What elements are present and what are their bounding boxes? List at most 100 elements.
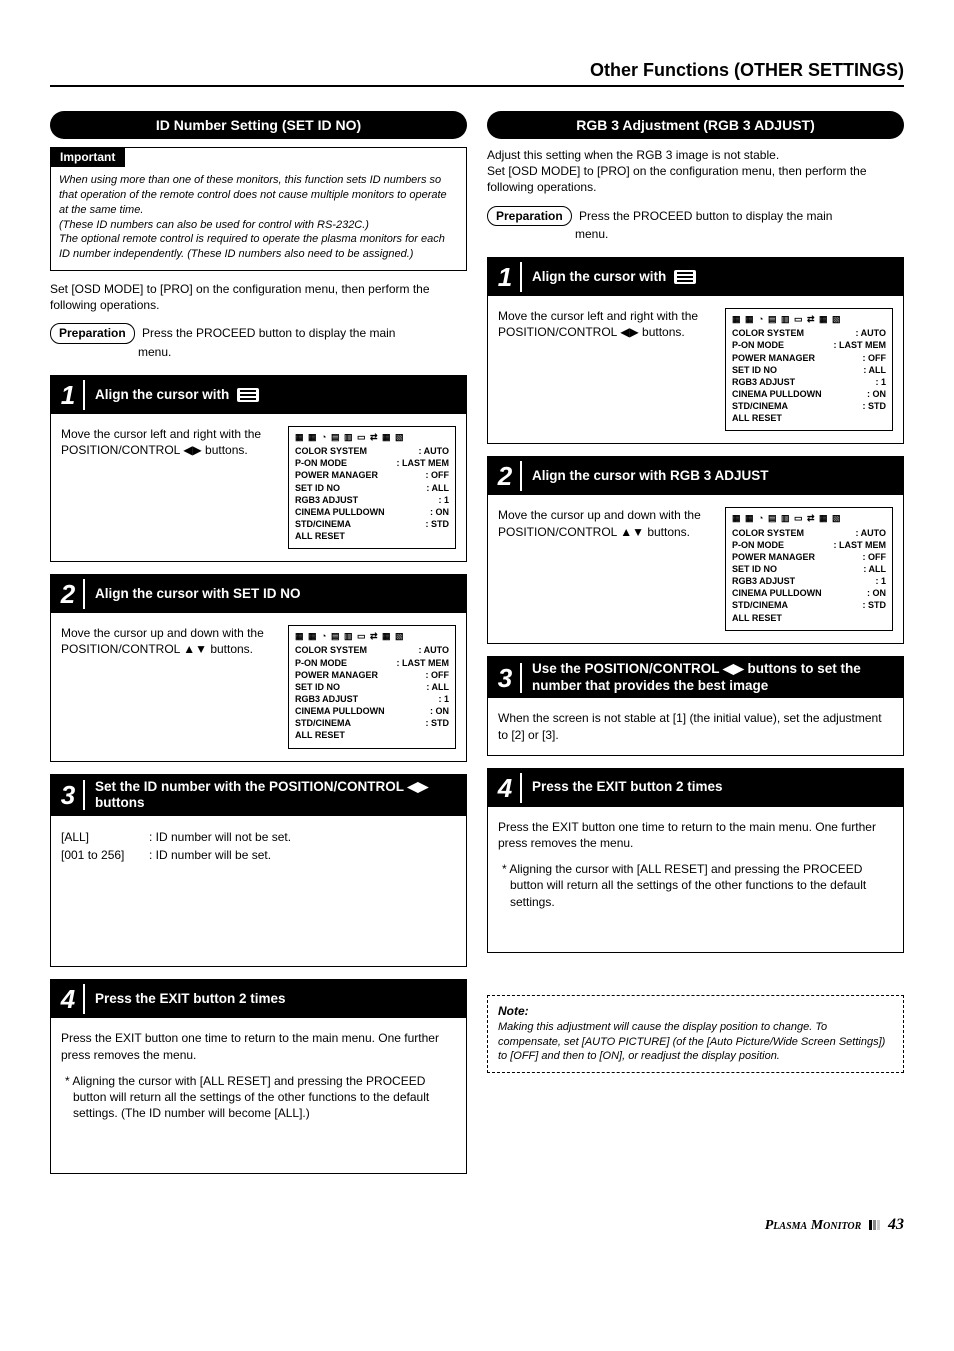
step-footnote: * Aligning the cursor with [ALL RESET] a… [498, 861, 893, 910]
osd-val: : LAST MEM [830, 539, 887, 551]
step-body-text: When the screen is not stable at [1] (th… [498, 710, 893, 742]
osd-val: : ALL [422, 681, 449, 693]
osd-val: : ON [426, 705, 449, 717]
right-intro-2: Set [OSD MODE] to [PRO] on the configura… [487, 163, 904, 195]
osd-val: : 1 [434, 693, 449, 705]
osd-key: COLOR SYSTEM [295, 445, 415, 457]
osd-key: ALL RESET [732, 612, 886, 624]
def-val: : ID number will be set. [149, 846, 271, 864]
osd-key: COLOR SYSTEM [732, 527, 852, 539]
note-box: Note: Making this adjustment will cause … [487, 995, 904, 1074]
step-title: Align the cursor with SET ID NO [95, 586, 458, 603]
osd-key: COLOR SYSTEM [732, 327, 852, 339]
osd-key: STD/CINEMA [732, 400, 859, 412]
osd-key: STD/CINEMA [295, 717, 422, 729]
step-body-text: Move the cursor up and down with the POS… [498, 507, 711, 630]
footer-bars-icon [869, 1219, 881, 1233]
left-intro: Set [OSD MODE] to [PRO] on the configura… [50, 281, 467, 313]
page-footer: Plasma Monitor 43 [50, 1216, 904, 1234]
step-title: Use the POSITION/CONTROL ◀▶ buttons to s… [532, 661, 895, 695]
step-title: Set the ID number with the POSITION/CONT… [95, 779, 458, 813]
osd-val: : ON [863, 388, 886, 400]
step-body-text: Move the cursor left and right with the … [61, 426, 274, 549]
osd-val: : ALL [859, 364, 886, 376]
important-label: Important [50, 147, 125, 167]
step-body-text: Press the EXIT button one time to return… [498, 819, 893, 851]
def-key: [001 to 256] [61, 846, 149, 864]
remote-icon [237, 388, 259, 402]
step-number: 3 [488, 663, 522, 693]
osd-key: SET ID NO [295, 482, 422, 494]
step-number: 3 [51, 780, 85, 810]
osd-val: : LAST MEM [393, 457, 450, 469]
osd-key: ALL RESET [295, 530, 449, 542]
left-step-1: 1 Align the cursor with Move the cursor … [50, 375, 467, 562]
step-title: Align the cursor with [532, 269, 666, 284]
osd-val: : ALL [859, 563, 886, 575]
osd-key: P-ON MODE [295, 457, 393, 469]
important-text: When using more than one of these monito… [59, 173, 458, 218]
left-step-4: 4 Press the EXIT button 2 times Press th… [50, 979, 467, 1174]
osd-key: STD/CINEMA [732, 599, 859, 611]
osd-val: : OFF [422, 469, 450, 481]
osd-val: : OFF [859, 551, 887, 563]
step-number: 4 [51, 984, 85, 1014]
osd-val: : AUTO [415, 445, 450, 457]
osd-key: ALL RESET [295, 729, 449, 741]
preparation-badge: Preparation [50, 323, 135, 344]
osd-key: ALL RESET [732, 412, 886, 424]
preparation-badge: Preparation [487, 206, 572, 227]
page-title: Other Functions (OTHER SETTINGS) [50, 60, 904, 81]
note-body: Making this adjustment will cause the di… [498, 1020, 893, 1065]
osd-val: : 1 [871, 575, 886, 587]
osd-icons: ▦ ▦ ◔ ▤ ▥ ▭ ⇄ ▦ ▧ [295, 630, 449, 642]
osd-key: POWER MANAGER [732, 352, 859, 364]
step-number: 2 [488, 461, 522, 491]
right-section-header: RGB 3 Adjustment (RGB 3 ADJUST) [487, 111, 904, 139]
osd-val: : ON [426, 506, 449, 518]
osd-val: : STD [422, 518, 450, 530]
osd-key: CINEMA PULLDOWN [295, 705, 426, 717]
step-body-text: Press the EXIT button one time to return… [61, 1030, 456, 1062]
step-title: Align the cursor with RGB 3 ADJUST [532, 468, 895, 485]
osd-key: P-ON MODE [732, 339, 830, 351]
right-step-3: 3 Use the POSITION/CONTROL ◀▶ buttons to… [487, 656, 904, 756]
right-step-1: 1 Align the cursor with Move the cursor … [487, 257, 904, 444]
osd-key: RGB3 ADJUST [295, 693, 434, 705]
osd-panel: ▦ ▦ ◔ ▤ ▥ ▭ ⇄ ▦ ▧ COLOR SYSTEM: AUTO P-O… [288, 426, 456, 549]
osd-val: : STD [859, 599, 887, 611]
osd-panel: ▦ ▦ ◔ ▤ ▥ ▭ ⇄ ▦ ▧ COLOR SYSTEM: AUTO P-O… [725, 507, 893, 630]
def-key: [ALL] [61, 828, 149, 846]
osd-val: : LAST MEM [830, 339, 887, 351]
step-body-text: Move the cursor up and down with the POS… [61, 625, 274, 748]
osd-key: RGB3 ADJUST [732, 575, 871, 587]
osd-icons: ▦ ▦ ◔ ▤ ▥ ▭ ⇄ ▦ ▧ [732, 512, 886, 524]
right-step-2: 2 Align the cursor with RGB 3 ADJUST Mov… [487, 456, 904, 643]
osd-key: CINEMA PULLDOWN [295, 506, 426, 518]
footer-page-number: 43 [888, 1216, 904, 1233]
step-number: 4 [488, 773, 522, 803]
osd-key: P-ON MODE [732, 539, 830, 551]
osd-val: : 1 [871, 376, 886, 388]
osd-val: : AUTO [415, 644, 450, 656]
osd-key: POWER MANAGER [732, 551, 859, 563]
osd-val: : ALL [422, 482, 449, 494]
left-step-3: 3 Set the ID number with the POSITION/CO… [50, 774, 467, 968]
preparation-text: Press the PROCEED button to display the … [579, 209, 832, 223]
step-body-text: Move the cursor left and right with the … [498, 308, 711, 431]
osd-val: : 1 [434, 494, 449, 506]
osd-key: POWER MANAGER [295, 669, 422, 681]
left-section-header: ID Number Setting (SET ID NO) [50, 111, 467, 139]
osd-key: RGB3 ADJUST [732, 376, 871, 388]
footer-label: Plasma Monitor [765, 1218, 862, 1233]
step-number: 2 [51, 579, 85, 609]
important-text: (These ID numbers can also be used for c… [59, 218, 458, 233]
osd-key: RGB3 ADJUST [295, 494, 434, 506]
preparation-text: Press the PROCEED button to display the … [142, 326, 395, 340]
step-number: 1 [51, 380, 85, 410]
osd-icons: ▦ ▦ ◔ ▤ ▥ ▭ ⇄ ▦ ▧ [295, 431, 449, 443]
right-step-4: 4 Press the EXIT button 2 times Press th… [487, 768, 904, 953]
step-number: 1 [488, 262, 522, 292]
remote-icon [674, 270, 696, 284]
step-title: Press the EXIT button 2 times [532, 779, 895, 796]
